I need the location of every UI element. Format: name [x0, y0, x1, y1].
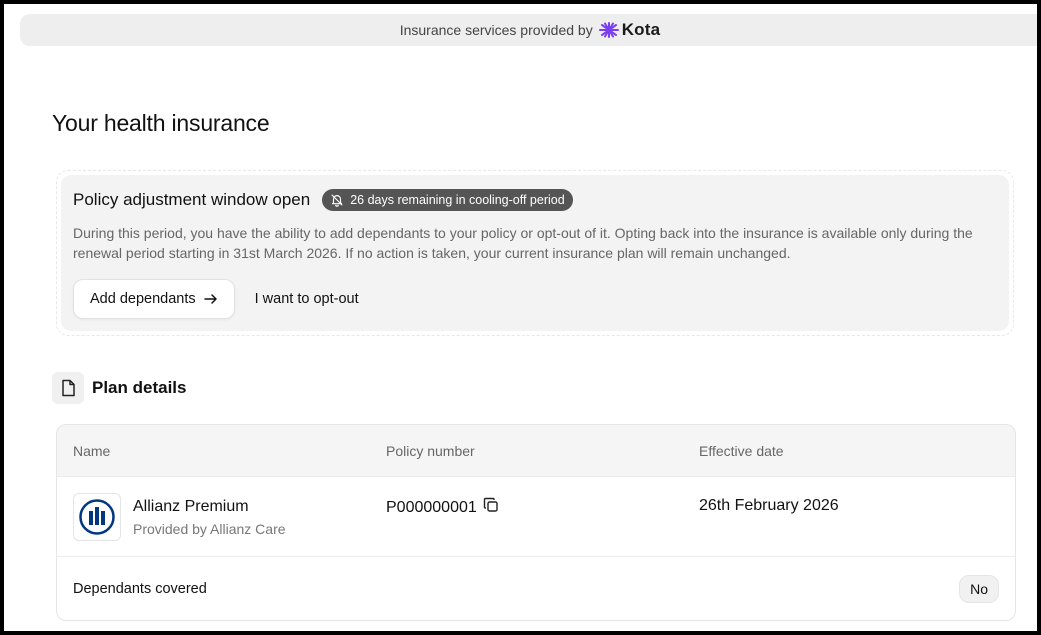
copy-icon[interactable] — [483, 497, 499, 518]
cooling-off-badge: 26 days remaining in cooling-off period — [322, 189, 573, 211]
provider-banner: Insurance services provided by Kota — [20, 14, 1037, 46]
kota-logo: Kota — [598, 20, 661, 40]
page-title: Your health insurance — [52, 110, 270, 136]
dependants-covered-badge: No — [959, 575, 999, 603]
table-row: Allianz Premium Provided by Allianz Care… — [57, 477, 1015, 557]
opt-out-button[interactable]: I want to opt-out — [255, 291, 359, 307]
policy-window-title: Policy adjustment window open — [73, 190, 311, 209]
table-header: Name Policy number Effective date — [57, 425, 1015, 477]
add-dependants-button[interactable]: Add dependants — [73, 279, 235, 319]
bell-icon — [331, 194, 343, 207]
policy-window-description: During this period, you have the ability… — [73, 225, 973, 261]
kota-burst-icon — [598, 22, 619, 38]
effective-date-value: 26th February 2026 — [699, 497, 839, 514]
policy-number-value: P000000001 — [386, 498, 477, 516]
plan-details-header: Plan details — [52, 372, 186, 404]
policy-window-card: Policy adjustment window open 26 days re… — [56, 170, 1014, 336]
column-header-effective-date: Effective date — [699, 442, 784, 459]
app-frame: Insurance services provided by Kota Your… — [0, 0, 1041, 635]
document-icon — [52, 372, 84, 404]
insurer-name: Allianz Premium — [133, 498, 249, 515]
plan-details-table: Name Policy number Effective date Allian… — [56, 424, 1016, 621]
insurer-provider: Provided by Allianz Care — [133, 521, 286, 537]
plan-details-title: Plan details — [92, 378, 187, 397]
dependants-covered-label: Dependants covered — [73, 581, 207, 597]
allianz-logo — [73, 493, 121, 541]
column-header-name: Name — [73, 442, 111, 459]
add-dependants-label: Add dependants — [90, 291, 196, 307]
column-header-policy-number: Policy number — [386, 442, 475, 459]
dependants-row: Dependants covered No — [57, 557, 1015, 620]
cooling-off-badge-text: 26 days remaining in cooling-off period — [350, 193, 565, 207]
provider-banner-text: Insurance services provided by — [399, 22, 593, 38]
arrow-right-icon — [203, 294, 217, 304]
kota-wordmark: Kota — [621, 20, 661, 39]
